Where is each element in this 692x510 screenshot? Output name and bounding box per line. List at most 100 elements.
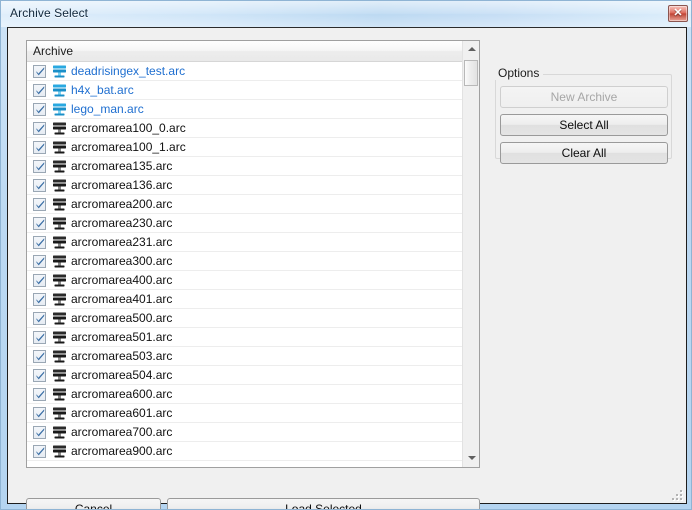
window-title: Archive Select	[10, 6, 89, 20]
row-checkbox[interactable]	[33, 407, 46, 420]
row-checkbox[interactable]	[33, 65, 46, 78]
archive-icon	[52, 426, 67, 439]
table-row[interactable]: arcromarea600.arc	[27, 385, 463, 404]
row-checkbox[interactable]	[33, 445, 46, 458]
row-label: arcromarea231.arc	[71, 235, 173, 249]
table-row[interactable]: arcromarea400.arc	[27, 271, 463, 290]
archive-icon	[52, 369, 67, 382]
table-row[interactable]: lego_man.arc	[27, 100, 463, 119]
load-selected-button[interactable]: Load Selected	[167, 498, 480, 509]
row-label: deadrisingex_test.arc	[71, 64, 186, 78]
dialog-client-area: Archive deadrisingex_test.arc h4x_bat.arc…	[7, 27, 687, 509]
row-checkbox[interactable]	[33, 236, 46, 249]
row-checkbox[interactable]	[33, 217, 46, 230]
row-checkbox[interactable]	[33, 103, 46, 116]
row-label: arcromarea504.arc	[71, 368, 173, 382]
table-row[interactable]: h4x_bat.arc	[27, 81, 463, 100]
row-label: arcromarea700.arc	[71, 425, 173, 439]
archive-icon	[52, 179, 67, 192]
archive-blue-icon	[52, 65, 67, 78]
row-checkbox[interactable]	[33, 388, 46, 401]
archive-list[interactable]: Archive deadrisingex_test.arc h4x_bat.arc…	[26, 40, 480, 468]
archive-icon	[52, 217, 67, 230]
list-header: Archive	[27, 41, 479, 62]
archive-icon	[52, 236, 67, 249]
row-checkbox[interactable]	[33, 369, 46, 382]
select-all-button[interactable]: Select All	[500, 114, 668, 136]
table-row[interactable]: arcromarea231.arc	[27, 233, 463, 252]
close-button[interactable]: ✕	[668, 5, 688, 22]
title-bar[interactable]: Archive Select ✕	[1, 1, 691, 27]
row-checkbox[interactable]	[33, 179, 46, 192]
archive-icon	[52, 350, 67, 363]
resize-grip[interactable]	[669, 487, 682, 500]
table-row[interactable]: arcromarea504.arc	[27, 366, 463, 385]
row-checkbox[interactable]	[33, 293, 46, 306]
row-label: arcromarea600.arc	[71, 387, 173, 401]
table-row[interactable]: arcromarea135.arc	[27, 157, 463, 176]
row-label: arcromarea100_0.arc	[71, 121, 186, 135]
table-row[interactable]: arcromarea503.arc	[27, 347, 463, 366]
row-checkbox[interactable]	[33, 141, 46, 154]
column-header-archive[interactable]: Archive	[27, 41, 463, 61]
row-checkbox[interactable]	[33, 312, 46, 325]
row-label: lego_man.arc	[71, 102, 144, 116]
row-checkbox[interactable]	[33, 198, 46, 211]
table-row[interactable]: arcromarea700.arc	[27, 423, 463, 442]
table-row[interactable]: arcromarea230.arc	[27, 214, 463, 233]
row-label: arcromarea500.arc	[71, 311, 173, 325]
close-icon: ✕	[673, 7, 683, 19]
row-checkbox[interactable]	[33, 350, 46, 363]
row-checkbox[interactable]	[33, 255, 46, 268]
row-checkbox[interactable]	[33, 426, 46, 439]
archive-icon	[52, 388, 67, 401]
table-row[interactable]: arcromarea900.arc	[27, 442, 463, 461]
table-row[interactable]: arcromarea401.arc	[27, 290, 463, 309]
row-label: arcromarea601.arc	[71, 406, 173, 420]
row-label: arcromarea501.arc	[71, 330, 173, 344]
row-label: arcromarea401.arc	[71, 292, 173, 306]
archive-icon	[52, 312, 67, 325]
row-checkbox[interactable]	[33, 331, 46, 344]
row-label: arcromarea135.arc	[71, 159, 173, 173]
table-row[interactable]: arcromarea100_1.arc	[27, 138, 463, 157]
options-group-title: Options	[495, 66, 544, 80]
row-checkbox[interactable]	[33, 160, 46, 173]
archive-blue-icon	[52, 84, 67, 97]
list-body[interactable]: deadrisingex_test.arc h4x_bat.arc lego_man…	[27, 62, 463, 467]
table-row[interactable]: arcromarea601.arc	[27, 404, 463, 423]
archive-icon	[52, 331, 67, 344]
scrollbar-thumb[interactable]	[464, 60, 478, 86]
table-row[interactable]: arcromarea100_0.arc	[27, 119, 463, 138]
archive-select-window: Archive Select ✕ Archive deadrisingex_te…	[0, 0, 692, 510]
scroll-down-button[interactable]	[463, 450, 479, 467]
row-checkbox[interactable]	[33, 84, 46, 97]
vertical-scrollbar[interactable]	[462, 41, 479, 467]
archive-icon	[52, 445, 67, 458]
archive-icon	[52, 274, 67, 287]
clear-all-button[interactable]: Clear All	[500, 142, 668, 164]
archive-icon	[52, 141, 67, 154]
table-row[interactable]: arcromarea501.arc	[27, 328, 463, 347]
row-label: arcromarea400.arc	[71, 273, 173, 287]
archive-icon	[52, 160, 67, 173]
chevron-up-icon	[468, 47, 476, 51]
row-label: h4x_bat.arc	[71, 83, 134, 97]
table-row[interactable]: arcromarea300.arc	[27, 252, 463, 271]
table-row[interactable]: deadrisingex_test.arc	[27, 62, 463, 81]
row-checkbox[interactable]	[33, 274, 46, 287]
table-row[interactable]: arcromarea500.arc	[27, 309, 463, 328]
row-label: arcromarea100_1.arc	[71, 140, 186, 154]
row-label: arcromarea300.arc	[71, 254, 173, 268]
row-label: arcromarea136.arc	[71, 178, 173, 192]
row-label: arcromarea900.arc	[71, 444, 173, 458]
cancel-button[interactable]: Cancel	[26, 498, 161, 509]
archive-icon	[52, 407, 67, 420]
scroll-up-button[interactable]	[463, 41, 479, 58]
archive-blue-icon	[52, 103, 67, 116]
new-archive-button[interactable]: New Archive	[500, 86, 668, 108]
row-label: arcromarea200.arc	[71, 197, 173, 211]
table-row[interactable]: arcromarea200.arc	[27, 195, 463, 214]
table-row[interactable]: arcromarea136.arc	[27, 176, 463, 195]
row-checkbox[interactable]	[33, 122, 46, 135]
